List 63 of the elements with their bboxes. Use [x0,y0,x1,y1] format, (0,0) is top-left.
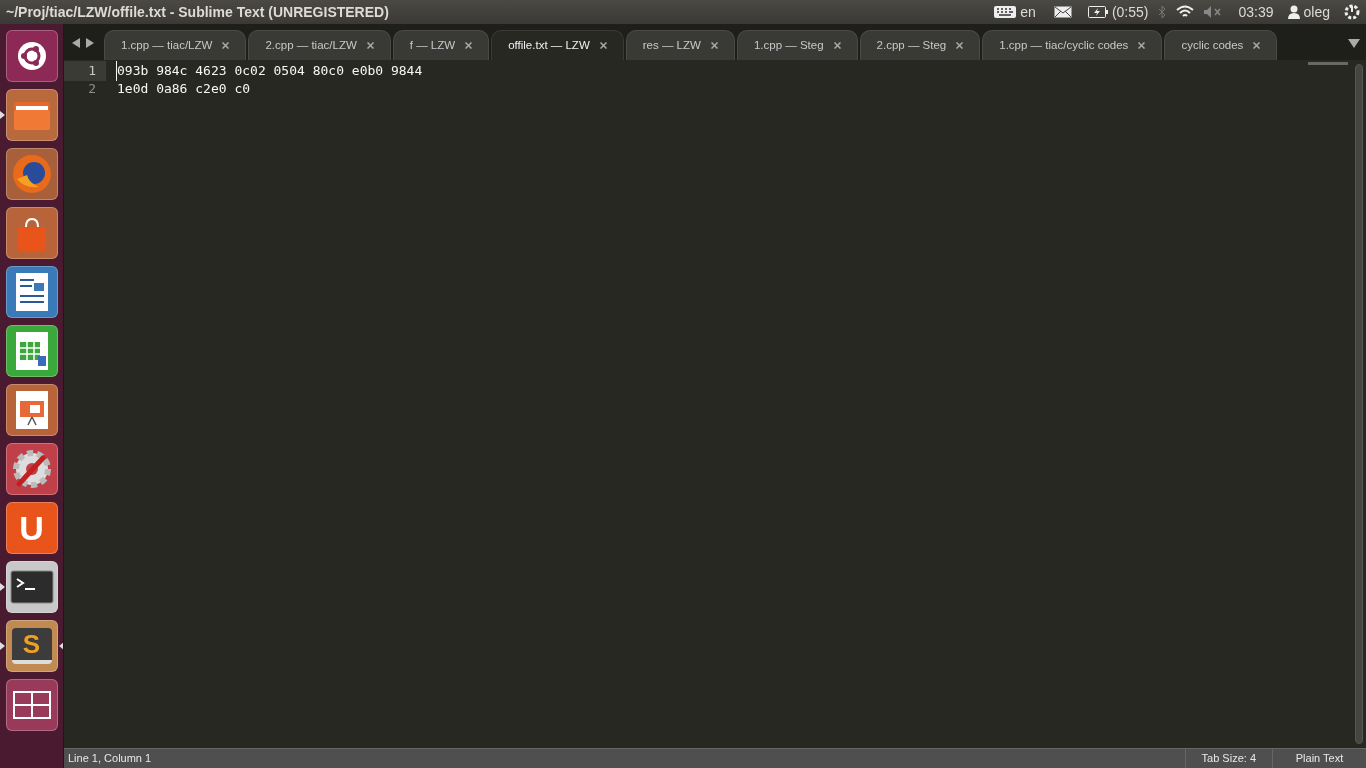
gear-and-wrench-icon [10,447,53,490]
window-title: ~/Proj/tiac/LZW/offile.txt - Sublime Text (UNREGISTERED) [6,2,389,22]
editor-tab[interactable]: 2.cpp — Steg [859,30,981,60]
editor-tab[interactable]: 1.cpp — Steg [736,30,858,60]
cursor-position: Line 1, Column 1 [67,751,152,767]
editor-tab[interactable]: cyclic codes [1164,30,1278,60]
keyboard-layout[interactable]: en [1020,1,1036,23]
envelope-icon[interactable] [1053,6,1072,18]
close-icon[interactable] [1138,42,1146,49]
launcher-item[interactable] [5,29,58,82]
launcher-item[interactable] [5,324,58,377]
code-line: 1e0d 0a86 c2e0 c0 [116,80,251,99]
close-icon[interactable] [956,42,964,49]
close-icon[interactable] [710,42,718,49]
workspaces-icon [11,689,52,720]
bluetooth-icon[interactable] [1158,5,1167,19]
keyboard-icon[interactable] [994,6,1017,18]
close-icon[interactable] [599,42,607,49]
clock[interactable]: 03:39 [1238,1,1274,23]
presentation-icon [13,388,50,431]
launcher-item[interactable]: U [5,501,58,554]
spreadsheet-icon [13,329,50,372]
terminal-icon [9,569,54,604]
scroll-tabs-left-icon[interactable] [72,38,80,48]
launcher-item[interactable]: S [5,619,58,672]
sublime-logo: S [11,627,52,664]
editor-tab[interactable]: 2.cpp — tiac/LZW [248,30,391,60]
editor-area[interactable]: 1 093b 984c 4623 0c02 0504 80c0 e0b0 9844 2 1e0d 0a86 c2e0 c0 [64,60,1352,748]
launcher-item[interactable] [5,560,58,613]
scroll-tabs-right-icon[interactable] [86,38,94,48]
launcher-item[interactable] [5,442,58,495]
editor-tab[interactable]: 1.cpp — tiac/LZW [104,30,247,60]
battery-time[interactable]: (0:55) [1111,1,1149,23]
logo-letter: U [19,510,44,545]
user-name[interactable]: oleg [1303,1,1330,23]
editor-tab[interactable]: offile.txt — LZW [491,30,624,60]
close-icon[interactable] [833,42,841,49]
editor-tab[interactable]: res — LZW [625,30,735,60]
ubuntu-logo-icon [15,39,48,72]
close-icon[interactable] [366,42,374,49]
battery-icon[interactable] [1087,6,1108,18]
syntax-selector[interactable]: Plain Text [1272,749,1366,768]
line-number: 1 [64,61,106,81]
editor-tab[interactable]: 1.cpp — tiac/cyclic codes [982,30,1163,60]
launcher-item[interactable] [5,88,58,141]
close-icon[interactable] [1253,42,1261,49]
user-icon[interactable] [1287,5,1300,19]
line-number: 2 [87,80,97,99]
speaker-muted-icon[interactable] [1204,6,1223,18]
minimap-drawing [1308,62,1348,65]
launcher-item[interactable] [5,383,58,436]
launcher-item[interactable] [5,265,58,318]
code-line: 093b 984c 4623 0c02 0504 80c0 e0b0 9844 [116,61,423,81]
tab-size-selector[interactable]: Tab Size: 4 [1184,749,1272,768]
document-icon [13,270,50,313]
close-icon[interactable] [222,42,230,49]
scrollbar-thumb[interactable] [1355,64,1363,744]
launcher-item[interactable] [5,147,58,200]
wifi-icon[interactable] [1176,5,1195,19]
editor-tab[interactable]: f — LZW [392,30,490,60]
launcher-item[interactable] [5,678,58,731]
tab-list-dropdown-icon[interactable] [1348,39,1360,48]
close-icon[interactable] [465,42,473,49]
